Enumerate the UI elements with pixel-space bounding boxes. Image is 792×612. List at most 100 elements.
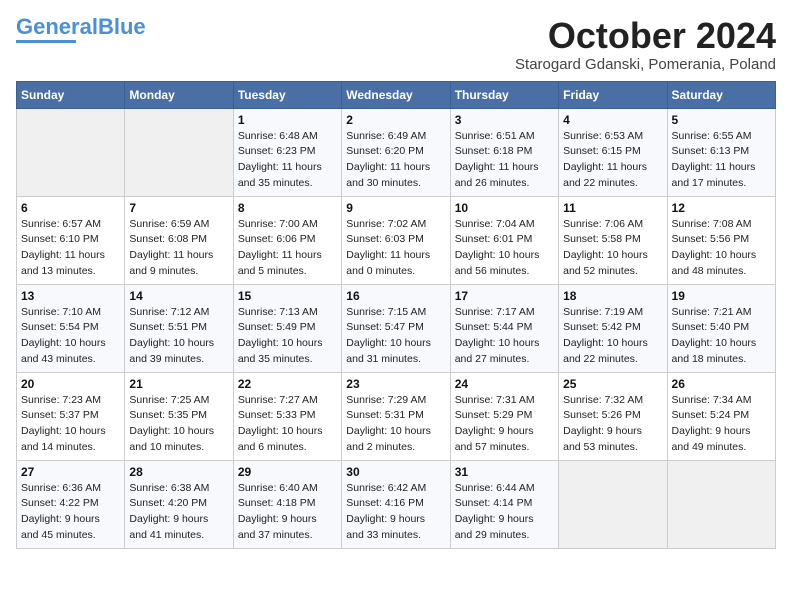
calendar-cell: 28Sunrise: 6:38 AM Sunset: 4:20 PM Dayli… <box>125 460 233 548</box>
day-number: 20 <box>21 377 120 391</box>
calendar-cell: 19Sunrise: 7:21 AM Sunset: 5:40 PM Dayli… <box>667 284 775 372</box>
day-info: Sunrise: 7:12 AM Sunset: 5:51 PM Dayligh… <box>129 305 228 368</box>
day-number: 4 <box>563 113 662 127</box>
day-number: 1 <box>238 113 337 127</box>
day-number: 8 <box>238 201 337 215</box>
day-number: 12 <box>672 201 771 215</box>
weekday-header-thursday: Thursday <box>450 81 558 108</box>
calendar-cell: 26Sunrise: 7:34 AM Sunset: 5:24 PM Dayli… <box>667 372 775 460</box>
calendar-cell: 5Sunrise: 6:55 AM Sunset: 6:13 PM Daylig… <box>667 108 775 196</box>
calendar-cell: 12 Sunrise: 7:08 AM Sunset: 5:56 PM Dayli… <box>667 196 775 284</box>
calendar-cell: 24 Sunrise: 7:31 AM Sunset: 5:29 PM Dayli… <box>450 372 558 460</box>
weekday-header-row: SundayMondayTuesdayWednesdayThursdayFrid… <box>17 81 776 108</box>
day-number: 6 <box>21 201 120 215</box>
week-row-5: 27 Sunrise: 6:36 AM Sunset: 4:22 PM Dayli… <box>17 460 776 548</box>
month-title: October 2024 <box>515 16 776 56</box>
day-number: 19 <box>672 289 771 303</box>
calendar-cell: 4Sunrise: 6:53 AM Sunset: 6:15 PM Daylig… <box>559 108 667 196</box>
day-number: 13 <box>21 289 120 303</box>
weekday-header-wednesday: Wednesday <box>342 81 450 108</box>
day-info: Sunrise: 7:04 AM Sunset: 6:01 PM Dayligh… <box>455 217 554 280</box>
header: GeneralBlue October 2024 Starogard Gdans… <box>16 16 776 73</box>
logo-text: GeneralBlue <box>16 16 146 38</box>
day-info: Sunrise: 6:51 AM Sunset: 6:18 PM Dayligh… <box>455 129 554 192</box>
location: Starogard Gdanski, Pomerania, Poland <box>515 56 776 73</box>
day-number: 9 <box>346 201 445 215</box>
calendar-cell <box>17 108 125 196</box>
day-info: Sunrise: 7:00 AM Sunset: 6:06 PM Dayligh… <box>238 217 337 280</box>
weekday-header-saturday: Saturday <box>667 81 775 108</box>
week-row-4: 20Sunrise: 7:23 AM Sunset: 5:37 PM Dayli… <box>17 372 776 460</box>
calendar-cell: 8 Sunrise: 7:00 AM Sunset: 6:06 PM Daylig… <box>233 196 341 284</box>
day-info: Sunrise: 7:15 AM Sunset: 5:47 PM Dayligh… <box>346 305 445 368</box>
calendar-cell: 6 Sunrise: 6:57 AM Sunset: 6:10 PM Daylig… <box>17 196 125 284</box>
day-number: 14 <box>129 289 228 303</box>
logo-blue: Blue <box>98 14 146 39</box>
weekday-header-friday: Friday <box>559 81 667 108</box>
calendar-cell <box>559 460 667 548</box>
calendar-table: SundayMondayTuesdayWednesdayThursdayFrid… <box>16 81 776 549</box>
calendar-cell: 17 Sunrise: 7:17 AM Sunset: 5:44 PM Dayli… <box>450 284 558 372</box>
day-number: 28 <box>129 465 228 479</box>
calendar-cell: 31 Sunrise: 6:44 AM Sunset: 4:14 PM Dayli… <box>450 460 558 548</box>
day-info: Sunrise: 6:44 AM Sunset: 4:14 PM Dayligh… <box>455 481 554 544</box>
day-number: 22 <box>238 377 337 391</box>
calendar-cell: 16 Sunrise: 7:15 AM Sunset: 5:47 PM Dayli… <box>342 284 450 372</box>
day-number: 24 <box>455 377 554 391</box>
calendar-cell: 15 Sunrise: 7:13 AM Sunset: 5:49 PM Dayli… <box>233 284 341 372</box>
calendar-cell: 18 Sunrise: 7:19 AM Sunset: 5:42 PM Dayli… <box>559 284 667 372</box>
day-info: Sunrise: 7:32 AM Sunset: 5:26 PM Dayligh… <box>563 393 662 456</box>
day-info: Sunrise: 7:13 AM Sunset: 5:49 PM Dayligh… <box>238 305 337 368</box>
week-row-3: 13 Sunrise: 7:10 AM Sunset: 5:54 PM Dayli… <box>17 284 776 372</box>
calendar-cell: 25 Sunrise: 7:32 AM Sunset: 5:26 PM Dayli… <box>559 372 667 460</box>
day-number: 10 <box>455 201 554 215</box>
logo-underline <box>16 40 76 43</box>
day-info: Sunrise: 7:19 AM Sunset: 5:42 PM Dayligh… <box>563 305 662 368</box>
calendar-cell: 27 Sunrise: 6:36 AM Sunset: 4:22 PM Dayli… <box>17 460 125 548</box>
day-number: 23 <box>346 377 445 391</box>
calendar-cell: 10 Sunrise: 7:04 AM Sunset: 6:01 PM Dayli… <box>450 196 558 284</box>
day-number: 2 <box>346 113 445 127</box>
weekday-header-sunday: Sunday <box>17 81 125 108</box>
day-info: Sunrise: 6:59 AM Sunset: 6:08 PM Dayligh… <box>129 217 228 280</box>
day-number: 11 <box>563 201 662 215</box>
logo-general: General <box>16 14 98 39</box>
week-row-2: 6 Sunrise: 6:57 AM Sunset: 6:10 PM Daylig… <box>17 196 776 284</box>
calendar-cell <box>667 460 775 548</box>
day-number: 27 <box>21 465 120 479</box>
calendar-cell: 20Sunrise: 7:23 AM Sunset: 5:37 PM Dayli… <box>17 372 125 460</box>
calendar-cell: 7Sunrise: 6:59 AM Sunset: 6:08 PM Daylig… <box>125 196 233 284</box>
calendar-cell: 29Sunrise: 6:40 AM Sunset: 4:18 PM Dayli… <box>233 460 341 548</box>
calendar-cell: 9 Sunrise: 7:02 AM Sunset: 6:03 PM Daylig… <box>342 196 450 284</box>
day-info: Sunrise: 7:08 AM Sunset: 5:56 PM Dayligh… <box>672 217 771 280</box>
calendar-cell: 2Sunrise: 6:49 AM Sunset: 6:20 PM Daylig… <box>342 108 450 196</box>
day-info: Sunrise: 7:02 AM Sunset: 6:03 PM Dayligh… <box>346 217 445 280</box>
day-number: 18 <box>563 289 662 303</box>
day-number: 15 <box>238 289 337 303</box>
calendar-cell: 21Sunrise: 7:25 AM Sunset: 5:35 PM Dayli… <box>125 372 233 460</box>
day-info: Sunrise: 7:25 AM Sunset: 5:35 PM Dayligh… <box>129 393 228 456</box>
day-info: Sunrise: 6:36 AM Sunset: 4:22 PM Dayligh… <box>21 481 120 544</box>
calendar-cell: 23Sunrise: 7:29 AM Sunset: 5:31 PM Dayli… <box>342 372 450 460</box>
day-info: Sunrise: 7:31 AM Sunset: 5:29 PM Dayligh… <box>455 393 554 456</box>
calendar-cell <box>125 108 233 196</box>
day-info: Sunrise: 7:17 AM Sunset: 5:44 PM Dayligh… <box>455 305 554 368</box>
day-info: Sunrise: 7:10 AM Sunset: 5:54 PM Dayligh… <box>21 305 120 368</box>
calendar-cell: 13 Sunrise: 7:10 AM Sunset: 5:54 PM Dayli… <box>17 284 125 372</box>
day-info: Sunrise: 7:27 AM Sunset: 5:33 PM Dayligh… <box>238 393 337 456</box>
day-number: 26 <box>672 377 771 391</box>
logo: GeneralBlue <box>16 16 146 43</box>
week-row-1: 1Sunrise: 6:48 AM Sunset: 6:23 PM Daylig… <box>17 108 776 196</box>
day-number: 25 <box>563 377 662 391</box>
title-area: October 2024 Starogard Gdanski, Pomerani… <box>515 16 776 73</box>
calendar-cell: 3 Sunrise: 6:51 AM Sunset: 6:18 PM Daylig… <box>450 108 558 196</box>
day-info: Sunrise: 6:40 AM Sunset: 4:18 PM Dayligh… <box>238 481 337 544</box>
day-number: 3 <box>455 113 554 127</box>
calendar-cell: 22 Sunrise: 7:27 AM Sunset: 5:33 PM Dayli… <box>233 372 341 460</box>
day-number: 31 <box>455 465 554 479</box>
day-number: 16 <box>346 289 445 303</box>
weekday-header-tuesday: Tuesday <box>233 81 341 108</box>
day-info: Sunrise: 6:55 AM Sunset: 6:13 PM Dayligh… <box>672 129 771 192</box>
day-info: Sunrise: 6:57 AM Sunset: 6:10 PM Dayligh… <box>21 217 120 280</box>
day-number: 17 <box>455 289 554 303</box>
